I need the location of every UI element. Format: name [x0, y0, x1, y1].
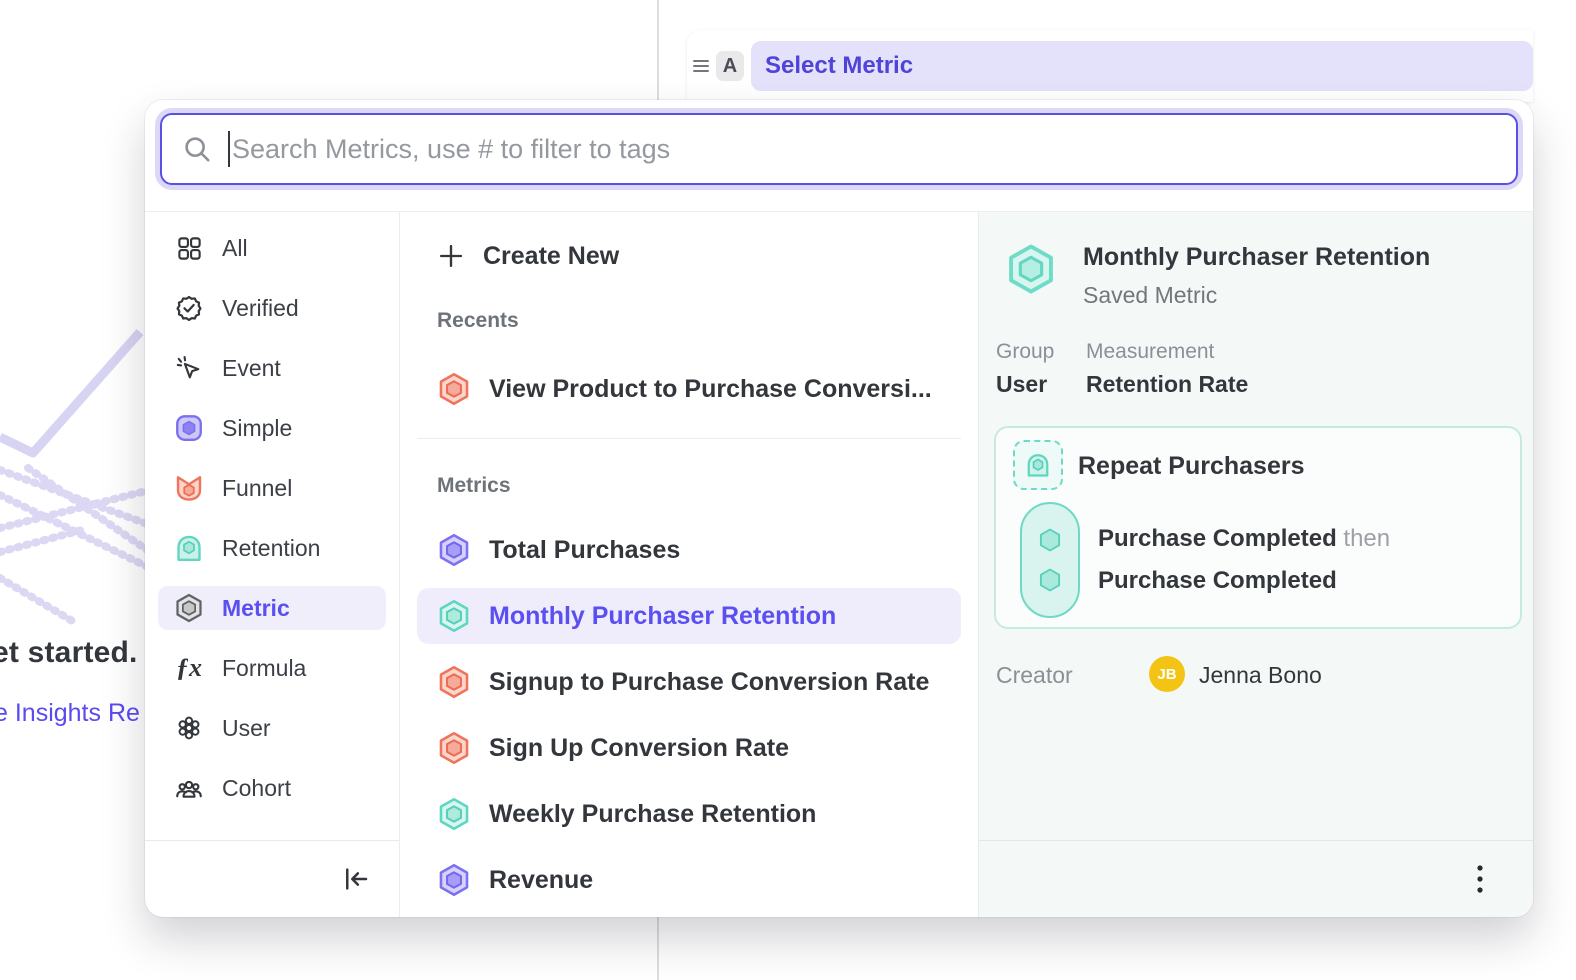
cohort-icon [173, 772, 205, 804]
filter-sidebar: All Verified [145, 212, 400, 917]
search-input[interactable] [232, 134, 1496, 165]
metrics-heading: Metrics [437, 474, 511, 498]
select-metric-button[interactable]: Select Metric [751, 41, 1533, 91]
metric-row-card: A Select Metric [687, 30, 1533, 102]
formula-icon: ƒx [173, 652, 205, 684]
teal-metric-hexagon-icon [437, 599, 471, 633]
sidebar-item-verified[interactable]: Verified [158, 286, 386, 330]
purple-metric-hexagon-icon [437, 863, 471, 897]
salmon-metric-hexagon-icon [437, 665, 471, 699]
collapse-left-icon [341, 864, 371, 894]
metric-icon [173, 592, 205, 624]
more-options-button[interactable] [1465, 862, 1495, 896]
kebab-menu-icon [1475, 862, 1485, 896]
metric-row-signup-to-purchase[interactable]: Signup to Purchase Conversion Rate [417, 654, 961, 710]
grid-icon [173, 232, 205, 264]
metric-picker-modal: All Verified [145, 100, 1533, 917]
step-hexagon-icon [1036, 526, 1064, 554]
recent-metric-item[interactable]: View Product to Purchase Conversi... [417, 361, 961, 417]
search-icon [182, 134, 212, 164]
row-letter-chip[interactable]: A [716, 51, 744, 81]
salmon-metric-hexagon-icon [437, 731, 471, 765]
retention-icon [173, 532, 205, 564]
user-icon [173, 712, 205, 744]
verified-badge-icon [173, 292, 205, 324]
sidebar-footer [145, 840, 399, 917]
metric-list-panel: Create New Recents View Product to Purch… [400, 212, 978, 917]
recents-heading: Recents [437, 309, 519, 333]
metric-row-sign-up-conversion[interactable]: Sign Up Conversion Rate [417, 720, 961, 776]
metric-row-revenue[interactable]: Revenue [417, 852, 961, 908]
metric-row-weekly-purchase-retention[interactable]: Weekly Purchase Retention [417, 786, 961, 842]
create-new-button[interactable]: Create New [417, 233, 619, 279]
definition-step-2: Purchase Completed [1098, 567, 1337, 595]
search-box[interactable] [160, 113, 1518, 185]
group-value: User [996, 371, 1047, 398]
sidebar-item-retention[interactable]: Retention [158, 526, 386, 570]
metric-details-panel: Monthly Purchaser Retention Saved Metric… [978, 212, 1533, 917]
metric-row-total-purchases[interactable]: Total Purchases [417, 522, 961, 578]
get-started-text: et started. [0, 636, 138, 670]
list-divider [417, 438, 961, 439]
sidebar-item-user[interactable]: User [158, 706, 386, 750]
measurement-value: Retention Rate [1086, 371, 1248, 398]
teal-metric-hexagon-icon [437, 797, 471, 831]
step-connector: then [1343, 525, 1390, 552]
retention-definition-icon [1013, 440, 1063, 490]
sidebar-item-event[interactable]: Event [158, 346, 386, 390]
funnel-metric-hexagon-icon [437, 372, 471, 406]
sidebar-item-formula[interactable]: ƒx Formula [158, 646, 386, 690]
search-area [145, 100, 1533, 211]
details-footer [979, 840, 1533, 917]
funnel-icon [173, 472, 205, 504]
retention-steps-capsule [1020, 502, 1080, 618]
drag-handle-icon[interactable] [693, 60, 709, 72]
details-subtitle: Saved Metric [1083, 282, 1217, 309]
sidebar-item-funnel[interactable]: Funnel [158, 466, 386, 510]
text-caret [228, 131, 230, 167]
sidebar-item-all[interactable]: All [158, 226, 386, 270]
metric-definition-card: Repeat Purchasers Purchase Completed the… [994, 426, 1522, 629]
measurement-label: Measurement [1086, 340, 1214, 364]
collapse-panel-button[interactable] [339, 862, 373, 896]
creator-label: Creator [996, 662, 1073, 689]
group-label: Group [996, 340, 1054, 364]
creator-name: Jenna Bono [1199, 662, 1322, 689]
definition-title: Repeat Purchasers [1078, 452, 1305, 481]
step-hexagon-icon [1036, 566, 1064, 594]
creator-avatar: JB [1149, 656, 1185, 692]
sidebar-item-simple[interactable]: Simple [158, 406, 386, 450]
details-title: Monthly Purchaser Retention [1083, 243, 1430, 272]
saved-metric-hexagon-icon [1005, 243, 1057, 295]
event-cursor-icon [173, 352, 205, 384]
plus-icon [437, 242, 465, 270]
sidebar-item-metric[interactable]: Metric [158, 586, 386, 630]
definition-step-1: Purchase Completed then [1098, 525, 1390, 553]
purple-metric-hexagon-icon [437, 533, 471, 567]
insights-report-link[interactable]: e Insights Re [0, 699, 140, 728]
metric-row-monthly-purchaser-retention[interactable]: Monthly Purchaser Retention [417, 588, 961, 644]
sidebar-item-cohort[interactable]: Cohort [158, 766, 386, 810]
simple-icon [173, 412, 205, 444]
